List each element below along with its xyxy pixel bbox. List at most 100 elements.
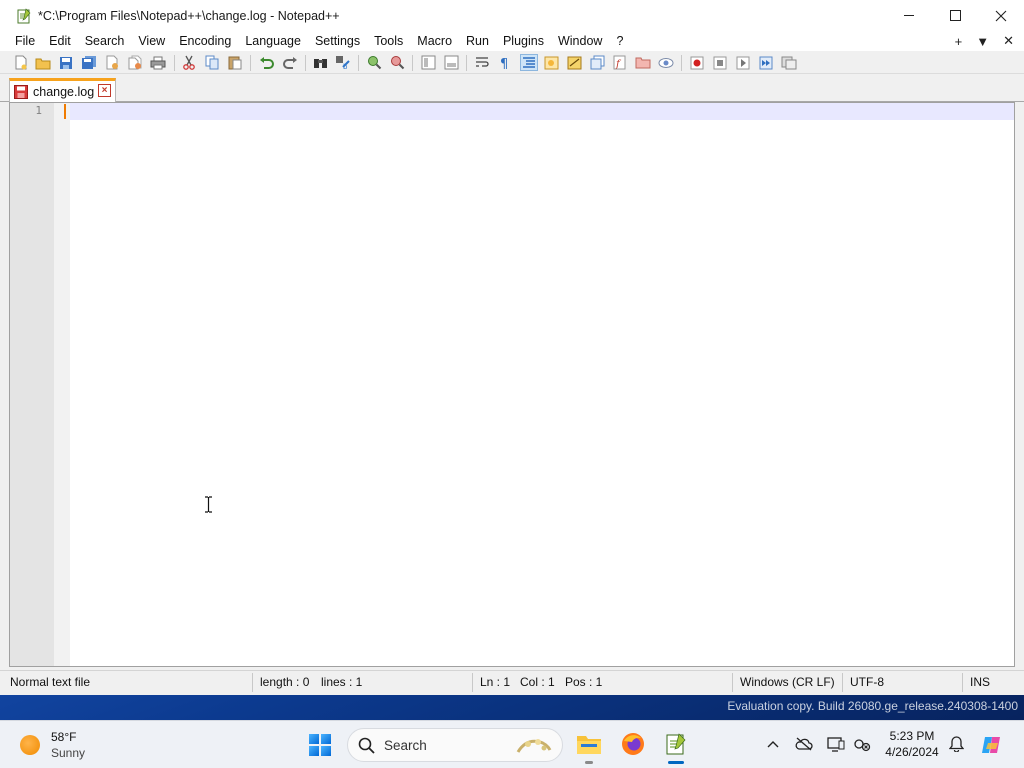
stop-icon (713, 56, 727, 69)
menu-macro[interactable]: Macro (410, 31, 459, 51)
stop-recording-button[interactable] (711, 54, 729, 71)
menu-edit[interactable]: Edit (42, 31, 78, 51)
status-lines: lines : 1 (321, 675, 363, 689)
display-icon (827, 737, 845, 752)
taskbar-file-explorer[interactable] (575, 730, 603, 764)
document-map-button[interactable] (565, 54, 583, 71)
cut-button[interactable] (180, 54, 198, 71)
menu-window[interactable]: Window (551, 31, 609, 51)
print-button[interactable] (149, 54, 167, 71)
show-all-characters-button[interactable]: ¶ (496, 54, 514, 71)
document-list-button[interactable] (588, 54, 606, 71)
menu-file[interactable]: File (0, 31, 42, 51)
user-defined-language-button[interactable] (542, 54, 560, 71)
function-list-icon: f (613, 55, 626, 70)
menu-help[interactable]: ? (609, 31, 630, 51)
maximize-button[interactable] (932, 0, 978, 31)
run-macro-multiple-button[interactable] (757, 54, 775, 71)
notepadpp-window: *C:\Program Files\Notepad++\change.log -… (0, 0, 1024, 695)
record-macro-button[interactable] (688, 54, 706, 71)
playback-macro-button[interactable] (734, 54, 752, 71)
clock-time: 5:23 PM (889, 729, 935, 743)
new-file-button[interactable] (12, 54, 30, 71)
status-insert-mode[interactable]: INS (966, 671, 990, 694)
fast-forward-icon (759, 56, 773, 69)
document-map-icon (567, 56, 581, 69)
status-column: Col : 1 (520, 675, 555, 689)
sync-vertical-scroll-icon (421, 55, 435, 70)
zoom-in-button[interactable] (365, 54, 383, 71)
record-icon (690, 56, 704, 69)
ibeam-cursor-icon (205, 496, 212, 513)
copilot-icon[interactable] (980, 733, 1004, 757)
minimize-button[interactable] (886, 0, 932, 31)
printer-icon (150, 56, 166, 69)
close-button[interactable] (978, 0, 1024, 31)
status-length: length : 0 (260, 675, 310, 689)
paste-button[interactable] (226, 54, 244, 71)
tab-bar: change.log × (0, 74, 1024, 102)
window-title: *C:\Program Files\Notepad++\change.log -… (38, 8, 340, 23)
tray-onedrive[interactable] (795, 735, 813, 753)
menu-encoding[interactable]: Encoding (172, 31, 238, 51)
system-clock[interactable]: 5:23 PM 4/26/2024 (880, 728, 944, 760)
zoom-out-button[interactable] (388, 54, 406, 71)
folder-as-workspace-button[interactable] (634, 54, 652, 71)
weather-widget[interactable]: 58°F Sunny (20, 729, 85, 761)
maximize-icon (949, 10, 961, 21)
copy-button[interactable] (203, 54, 221, 71)
redo-button[interactable] (281, 54, 299, 71)
paste-icon (228, 56, 241, 70)
status-encoding[interactable]: UTF-8 (846, 671, 884, 694)
tab-close-icon[interactable]: × (98, 84, 111, 97)
editor-area[interactable]: 1 (9, 102, 1015, 667)
new-file-icon (15, 55, 27, 70)
tray-network[interactable] (853, 735, 871, 753)
menu-search[interactable]: Search (78, 31, 132, 51)
function-list-button[interactable]: f (611, 54, 629, 71)
indent-guide-button[interactable] (520, 54, 538, 71)
menu-view[interactable]: View (131, 31, 172, 51)
taskbar-notepadpp[interactable] (662, 730, 690, 764)
menu-run[interactable]: Run (459, 31, 496, 51)
save-all-button[interactable] (80, 54, 98, 71)
replace-button[interactable]: b (334, 54, 352, 71)
eye-icon (658, 57, 674, 68)
menu-language[interactable]: Language (238, 31, 308, 51)
start-button[interactable] (309, 734, 331, 756)
tray-display[interactable] (827, 735, 845, 753)
undo-button[interactable] (257, 54, 275, 71)
notifications-button[interactable] (947, 735, 965, 753)
menu-plugins[interactable]: Plugins (496, 31, 551, 51)
text-caret (64, 104, 66, 119)
status-file-type: Normal text file (10, 675, 91, 689)
minimize-icon (903, 15, 914, 16)
save-button[interactable] (57, 54, 75, 71)
open-file-button[interactable] (34, 54, 52, 71)
monitoring-button[interactable] (657, 54, 675, 71)
menu-tools[interactable]: Tools (367, 31, 410, 51)
word-wrap-button[interactable] (473, 54, 491, 71)
close-document-button[interactable]: ✕ (1003, 33, 1014, 49)
fold-margin[interactable] (54, 103, 70, 666)
save-macro-button[interactable] (780, 54, 798, 71)
folder-workspace-icon (635, 57, 651, 69)
menu-settings[interactable]: Settings (308, 31, 367, 51)
sync-horizontal-scroll-icon (444, 55, 458, 70)
find-button[interactable] (311, 54, 329, 71)
tab-list-button[interactable]: ▼ (976, 34, 989, 49)
close-file-button[interactable] (103, 54, 121, 71)
sync-vertical-button[interactable] (419, 54, 437, 71)
title-bar[interactable]: *C:\Program Files\Notepad++\change.log -… (0, 0, 1024, 31)
add-tab-button[interactable]: + (955, 34, 963, 49)
show-hidden-icons-button[interactable] (764, 735, 782, 753)
taskbar-firefox[interactable] (619, 730, 647, 758)
taskbar-search[interactable]: Search (347, 728, 563, 762)
sync-horizontal-button[interactable] (442, 54, 460, 71)
close-all-button[interactable] (126, 54, 144, 71)
current-line-highlight (70, 103, 1014, 120)
close-file-icon (106, 55, 118, 70)
search-icon (358, 737, 375, 754)
status-eol-format[interactable]: Windows (CR LF) (736, 671, 835, 694)
tab-change-log[interactable]: change.log × (9, 78, 116, 102)
